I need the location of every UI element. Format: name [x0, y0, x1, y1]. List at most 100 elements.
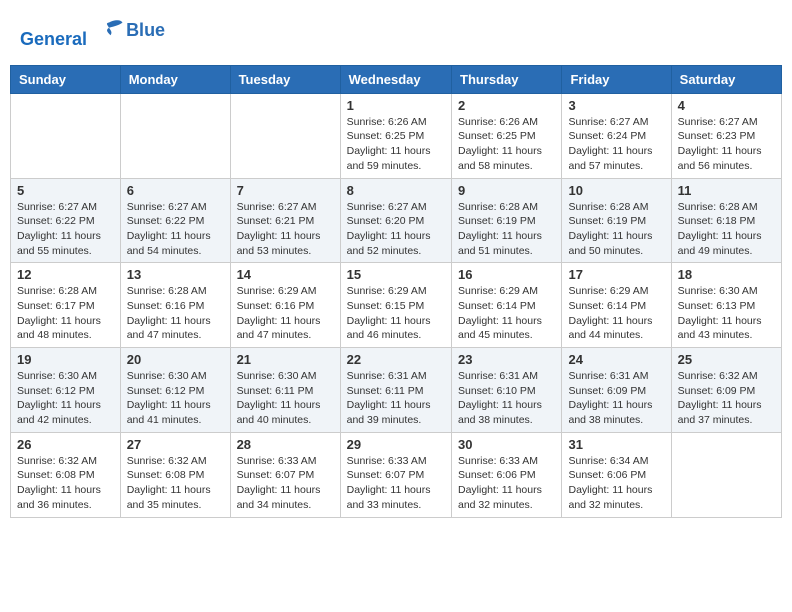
day-number: 15 [347, 267, 445, 282]
day-info: Sunrise: 6:31 AM Sunset: 6:10 PM Dayligh… [458, 369, 555, 428]
day-number: 28 [237, 437, 334, 452]
day-number: 8 [347, 183, 445, 198]
day-number: 24 [568, 352, 664, 367]
logo-text-general: General [20, 29, 87, 49]
calendar-cell [120, 93, 230, 178]
calendar-cell [671, 432, 781, 517]
day-info: Sunrise: 6:26 AM Sunset: 6:25 PM Dayligh… [347, 115, 445, 174]
day-number: 20 [127, 352, 224, 367]
day-info: Sunrise: 6:32 AM Sunset: 6:08 PM Dayligh… [17, 454, 114, 513]
calendar-cell: 20 Sunrise: 6:30 AM Sunset: 6:12 PM Dayli… [120, 348, 230, 433]
day-number: 14 [237, 267, 334, 282]
day-info: Sunrise: 6:27 AM Sunset: 6:22 PM Dayligh… [127, 200, 224, 259]
day-info: Sunrise: 6:29 AM Sunset: 6:14 PM Dayligh… [568, 284, 664, 343]
day-number: 9 [458, 183, 555, 198]
day-number: 16 [458, 267, 555, 282]
calendar-cell: 18Sunrise: 6:30 AM Sunset: 6:13 PM Dayli… [671, 263, 781, 348]
day-number: 17 [568, 267, 664, 282]
weekday-header-wednesday: Wednesday [340, 65, 451, 93]
day-info: Sunrise: 6:30 AM Sunset: 6:12 PM Dayligh… [17, 369, 114, 428]
day-info: Sunrise: 6:31 AM Sunset: 6:09 PM Dayligh… [568, 369, 664, 428]
calendar-cell: 19 Sunrise: 6:30 AM Sunset: 6:12 PM Dayli… [11, 348, 121, 433]
calendar-cell: 12 Sunrise: 6:28 AM Sunset: 6:17 PM Dayli… [11, 263, 121, 348]
calendar-cell: 25Sunrise: 6:32 AM Sunset: 6:09 PM Dayli… [671, 348, 781, 433]
day-info: Sunrise: 6:33 AM Sunset: 6:06 PM Dayligh… [458, 454, 555, 513]
day-number: 2 [458, 98, 555, 113]
calendar-cell: 17 Sunrise: 6:29 AM Sunset: 6:14 PM Dayli… [562, 263, 671, 348]
calendar-cell: 4 Sunrise: 6:27 AM Sunset: 6:23 PM Daylig… [671, 93, 781, 178]
day-info: Sunrise: 6:28 AM Sunset: 6:19 PM Dayligh… [568, 200, 664, 259]
day-number: 10 [568, 183, 664, 198]
calendar-week-5: 26 Sunrise: 6:32 AM Sunset: 6:08 PM Dayli… [11, 432, 782, 517]
calendar-cell [230, 93, 340, 178]
day-info: Sunrise: 6:27 AM Sunset: 6:21 PM Dayligh… [237, 200, 334, 259]
calendar-week-3: 12 Sunrise: 6:28 AM Sunset: 6:17 PM Dayli… [11, 263, 782, 348]
day-info: Sunrise: 6:27 AM Sunset: 6:23 PM Dayligh… [678, 115, 775, 174]
day-info: Sunrise: 6:33 AM Sunset: 6:07 PM Dayligh… [347, 454, 445, 513]
calendar-body: 1 Sunrise: 6:26 AM Sunset: 6:25 PM Daylig… [11, 93, 782, 517]
calendar-cell: 1 Sunrise: 6:26 AM Sunset: 6:25 PM Daylig… [340, 93, 451, 178]
day-info: Sunrise: 6:27 AM Sunset: 6:22 PM Dayligh… [17, 200, 114, 259]
day-number: 19 [17, 352, 114, 367]
calendar-cell: 29 Sunrise: 6:33 AM Sunset: 6:07 PM Dayli… [340, 432, 451, 517]
day-info: Sunrise: 6:32 AM Sunset: 6:09 PM Dayligh… [678, 369, 775, 428]
day-info: Sunrise: 6:26 AM Sunset: 6:25 PM Dayligh… [458, 115, 555, 174]
calendar-cell: 11 Sunrise: 6:28 AM Sunset: 6:18 PM Dayli… [671, 178, 781, 263]
calendar-cell [11, 93, 121, 178]
calendar-cell: 6 Sunrise: 6:27 AM Sunset: 6:22 PM Daylig… [120, 178, 230, 263]
weekday-header-thursday: Thursday [452, 65, 562, 93]
calendar-cell: 8 Sunrise: 6:27 AM Sunset: 6:20 PM Daylig… [340, 178, 451, 263]
calendar-cell: 16 Sunrise: 6:29 AM Sunset: 6:14 PM Dayli… [452, 263, 562, 348]
calendar-cell: 23 Sunrise: 6:31 AM Sunset: 6:10 PM Dayli… [452, 348, 562, 433]
logo-bird-icon [94, 15, 124, 45]
day-info: Sunrise: 6:29 AM Sunset: 6:16 PM Dayligh… [237, 284, 334, 343]
day-info: Sunrise: 6:33 AM Sunset: 6:07 PM Dayligh… [237, 454, 334, 513]
day-number: 6 [127, 183, 224, 198]
day-number: 12 [17, 267, 114, 282]
day-info: Sunrise: 6:30 AM Sunset: 6:12 PM Dayligh… [127, 369, 224, 428]
day-info: Sunrise: 6:27 AM Sunset: 6:20 PM Dayligh… [347, 200, 445, 259]
weekday-header-tuesday: Tuesday [230, 65, 340, 93]
day-number: 13 [127, 267, 224, 282]
weekday-header-monday: Monday [120, 65, 230, 93]
weekday-header-row: SundayMondayTuesdayWednesdayThursdayFrid… [11, 65, 782, 93]
logo-text-blue: Blue [126, 20, 165, 41]
day-number: 1 [347, 98, 445, 113]
calendar-cell: 21 Sunrise: 6:30 AM Sunset: 6:11 PM Dayli… [230, 348, 340, 433]
day-number: 31 [568, 437, 664, 452]
day-number: 4 [678, 98, 775, 113]
day-number: 26 [17, 437, 114, 452]
day-info: Sunrise: 6:29 AM Sunset: 6:14 PM Dayligh… [458, 284, 555, 343]
calendar-cell: 7Sunrise: 6:27 AM Sunset: 6:21 PM Daylig… [230, 178, 340, 263]
calendar-cell: 27 Sunrise: 6:32 AM Sunset: 6:08 PM Dayli… [120, 432, 230, 517]
day-number: 5 [17, 183, 114, 198]
calendar-cell: 30 Sunrise: 6:33 AM Sunset: 6:06 PM Dayli… [452, 432, 562, 517]
calendar-cell: 28 Sunrise: 6:33 AM Sunset: 6:07 PM Dayli… [230, 432, 340, 517]
calendar-cell: 31Sunrise: 6:34 AM Sunset: 6:06 PM Dayli… [562, 432, 671, 517]
day-info: Sunrise: 6:32 AM Sunset: 6:08 PM Dayligh… [127, 454, 224, 513]
day-number: 27 [127, 437, 224, 452]
calendar-cell: 9 Sunrise: 6:28 AM Sunset: 6:19 PM Daylig… [452, 178, 562, 263]
day-number: 11 [678, 183, 775, 198]
weekday-header-friday: Friday [562, 65, 671, 93]
page-header: General Blue [10, 10, 782, 55]
day-info: Sunrise: 6:28 AM Sunset: 6:17 PM Dayligh… [17, 284, 114, 343]
day-info: Sunrise: 6:29 AM Sunset: 6:15 PM Dayligh… [347, 284, 445, 343]
day-number: 30 [458, 437, 555, 452]
calendar-cell: 10 Sunrise: 6:28 AM Sunset: 6:19 PM Dayli… [562, 178, 671, 263]
day-info: Sunrise: 6:30 AM Sunset: 6:13 PM Dayligh… [678, 284, 775, 343]
day-info: Sunrise: 6:28 AM Sunset: 6:18 PM Dayligh… [678, 200, 775, 259]
day-number: 29 [347, 437, 445, 452]
calendar-cell: 13Sunrise: 6:28 AM Sunset: 6:16 PM Dayli… [120, 263, 230, 348]
day-info: Sunrise: 6:30 AM Sunset: 6:11 PM Dayligh… [237, 369, 334, 428]
calendar-cell: 5 Sunrise: 6:27 AM Sunset: 6:22 PM Daylig… [11, 178, 121, 263]
day-info: Sunrise: 6:27 AM Sunset: 6:24 PM Dayligh… [568, 115, 664, 174]
day-number: 23 [458, 352, 555, 367]
day-number: 3 [568, 98, 664, 113]
day-info: Sunrise: 6:28 AM Sunset: 6:19 PM Dayligh… [458, 200, 555, 259]
calendar-week-4: 19 Sunrise: 6:30 AM Sunset: 6:12 PM Dayli… [11, 348, 782, 433]
calendar-week-1: 1 Sunrise: 6:26 AM Sunset: 6:25 PM Daylig… [11, 93, 782, 178]
day-number: 21 [237, 352, 334, 367]
calendar-week-2: 5 Sunrise: 6:27 AM Sunset: 6:22 PM Daylig… [11, 178, 782, 263]
calendar-cell: 26 Sunrise: 6:32 AM Sunset: 6:08 PM Dayli… [11, 432, 121, 517]
